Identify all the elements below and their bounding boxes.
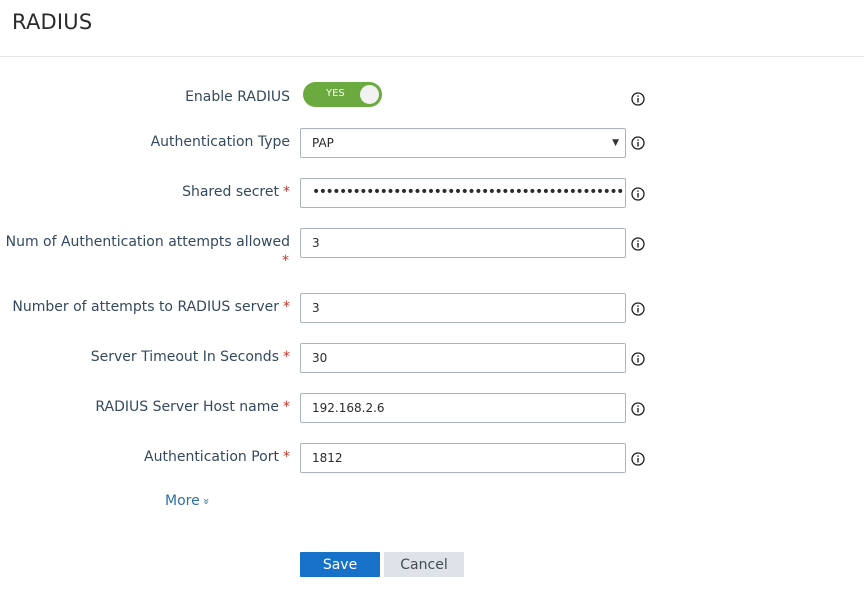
- server-attempts-value: 3: [312, 301, 320, 315]
- server-attempts-input[interactable]: 3: [300, 293, 626, 323]
- server-attempts-label: Number of attempts to RADIUS server *: [12, 299, 290, 315]
- required-mark: *: [283, 184, 290, 200]
- more-label: More: [165, 493, 200, 509]
- auth-port-input[interactable]: 1812: [300, 443, 626, 473]
- shared-secret-label: Shared secret *: [182, 184, 290, 200]
- host-name-label: RADIUS Server Host name *: [95, 399, 290, 415]
- required-mark: *: [283, 399, 290, 415]
- double-chevron-down-icon: »: [199, 498, 213, 505]
- info-icon[interactable]: [631, 92, 645, 106]
- server-timeout-label: Server Timeout In Seconds *: [90, 349, 290, 365]
- auth-port-value: 1812: [312, 451, 343, 465]
- info-icon[interactable]: [631, 237, 645, 251]
- shared-secret-input[interactable]: ••••••••••••••••••••••••••••••••••••••••…: [300, 178, 626, 208]
- info-icon[interactable]: [631, 136, 645, 150]
- toggle-state-text: YES: [326, 88, 345, 99]
- dropdown-arrow-icon: ▼: [612, 138, 619, 148]
- header-divider: [0, 56, 864, 57]
- required-mark: *: [282, 253, 289, 269]
- info-icon[interactable]: [631, 302, 645, 316]
- radius-settings-page: RADIUS Enable RADIUS YES Authentication …: [0, 0, 864, 599]
- info-icon[interactable]: [631, 402, 645, 416]
- save-button[interactable]: Save: [300, 552, 380, 577]
- auth-attempts-input[interactable]: 3: [300, 228, 626, 258]
- host-name-value: 192.168.2.6: [312, 401, 385, 415]
- auth-type-value: PAP: [312, 136, 334, 150]
- auth-port-label: Authentication Port *: [144, 449, 290, 465]
- auth-attempts-value: 3: [312, 236, 320, 250]
- server-timeout-input[interactable]: 30: [300, 343, 626, 373]
- shared-secret-value: ••••••••••••••••••••••••••••••••••••••••…: [312, 184, 624, 200]
- required-mark: *: [283, 449, 290, 465]
- more-link[interactable]: More»: [165, 493, 213, 509]
- cancel-button[interactable]: Cancel: [384, 552, 464, 577]
- required-mark: *: [283, 349, 290, 365]
- server-timeout-value: 30: [312, 351, 328, 365]
- info-icon[interactable]: [631, 452, 645, 466]
- auth-type-select[interactable]: PAP ▼: [300, 128, 626, 158]
- enable-radius-label: Enable RADIUS: [185, 89, 290, 105]
- info-icon[interactable]: [631, 187, 645, 201]
- required-mark: *: [283, 299, 290, 315]
- info-icon[interactable]: [631, 352, 645, 366]
- auth-type-label: Authentication Type: [150, 134, 290, 150]
- host-name-input[interactable]: 192.168.2.6: [300, 393, 626, 423]
- toggle-knob: [360, 85, 379, 104]
- enable-radius-toggle[interactable]: YES: [303, 82, 382, 107]
- page-title: RADIUS: [12, 10, 93, 34]
- auth-attempts-label: Num of Authentication attempts allowed: [5, 234, 290, 250]
